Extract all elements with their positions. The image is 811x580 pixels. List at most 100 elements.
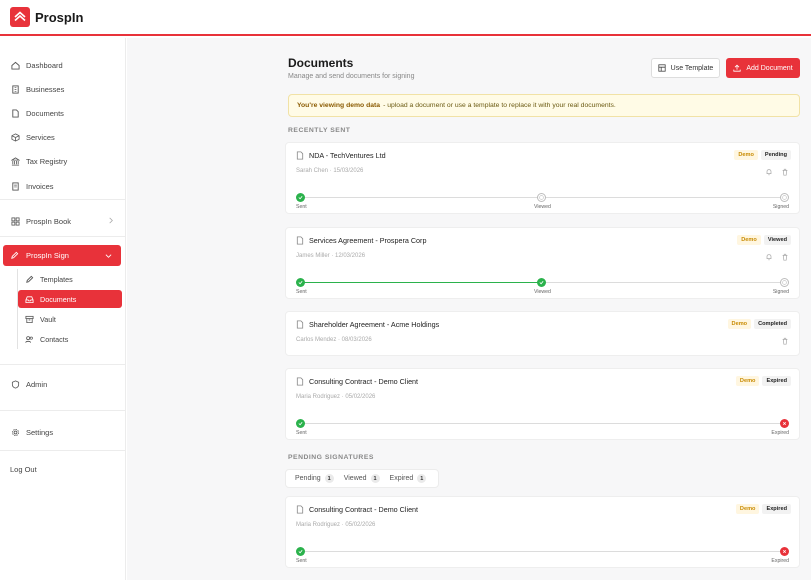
step-label: Sent [296, 204, 307, 210]
box-icon [10, 132, 20, 142]
trash-icon[interactable] [781, 168, 789, 178]
card-title: Consulting Contract - Demo Client [296, 377, 418, 386]
app-name[interactable]: ProspIn [35, 10, 83, 25]
tab-label: Viewed [343, 475, 367, 482]
document-title: Services Agreement - Prospera Corp [309, 236, 427, 245]
step-sent-check-icon [296, 278, 305, 287]
tab-viewed[interactable]: Viewed 1 [339, 474, 385, 483]
divider [0, 450, 126, 451]
sidebar-item-logout[interactable]: Log Out [0, 459, 126, 479]
pen-icon [24, 274, 34, 284]
document-title: Consulting Contract - Demo Client [309, 377, 419, 386]
tab-expired[interactable]: Expired 1 [385, 474, 432, 483]
trash-icon[interactable] [781, 337, 789, 347]
sidebar-item-label: Invoices [26, 181, 54, 191]
sidebar-item-prospin-sign[interactable]: ProspIn Sign [3, 245, 121, 266]
step-label: Sent [296, 558, 307, 564]
sidebar-item-settings[interactable]: Settings [0, 422, 126, 442]
tab-label: Pending [295, 475, 321, 482]
status-badge: Pending [760, 150, 791, 160]
section-title-recent: RECENTLY SENT [288, 127, 351, 134]
file-icon [296, 236, 304, 245]
document-title: NDA - TechVentures Ltd [309, 151, 386, 160]
sub-item-documents[interactable]: Documents [18, 290, 122, 308]
divider [0, 364, 126, 365]
sidebar-item-admin[interactable]: Admin [0, 374, 126, 394]
document-card[interactable]: Shareholder Agreement - Acme Holdings De… [285, 311, 800, 356]
demo-badge: Demo [737, 235, 761, 245]
inbox-icon [24, 294, 34, 304]
sidebar-item-label: Tax Registry [26, 156, 68, 166]
step-label: Viewed [534, 204, 551, 210]
sub-item-label: Vault [40, 314, 56, 324]
signing-progress: Sent Viewed Signed [296, 277, 789, 299]
status-badge: Expired [762, 504, 791, 514]
badges: Demo Viewed [737, 235, 791, 245]
template-icon [658, 64, 666, 72]
demo-banner: You're viewing demo data - upload a docu… [288, 94, 800, 117]
document-card[interactable]: Services Agreement - Prospera Corp Demo … [285, 227, 800, 299]
sidebar-item-services[interactable]: Services [0, 127, 126, 147]
trash-icon[interactable] [781, 253, 789, 263]
grid-icon [10, 216, 20, 226]
document-card[interactable]: Consulting Contract - Demo Client Demo E… [285, 368, 800, 440]
sub-item-label: Templates [40, 274, 73, 284]
step-label: Signed [772, 289, 789, 295]
demo-banner-bold: You're viewing demo data [297, 102, 381, 109]
tab-count: 1 [370, 474, 380, 483]
document-card[interactable]: NDA - TechVentures Ltd Demo Pending Sara… [285, 142, 800, 214]
sub-item-label: Documents [40, 294, 77, 304]
step-viewed-clock-icon [537, 193, 546, 202]
sidebar-item-businesses[interactable]: Businesses [0, 79, 126, 99]
sidebar-item-invoices[interactable]: Invoices [0, 176, 126, 196]
tab-label: Expired [389, 475, 414, 482]
pending-document-card[interactable]: Consulting Contract - Demo Client Demo E… [285, 496, 800, 568]
document-meta: Maria Rodriguez · 05/02/2026 [296, 522, 376, 528]
sub-item-contacts[interactable]: Contacts [18, 330, 122, 348]
sub-item-templates[interactable]: Templates [18, 270, 122, 288]
demo-badge: Demo [735, 376, 760, 386]
sidebar-item-tax-registry[interactable]: Tax Registry [0, 151, 126, 171]
sidebar: Dashboard Businesses Documents Services … [0, 38, 126, 580]
tab-count: 1 [417, 474, 427, 483]
badges: Demo Expired [735, 504, 791, 514]
bell-icon[interactable] [765, 168, 773, 178]
step-expired-x-icon [780, 547, 789, 556]
status-badge: Expired [762, 376, 791, 386]
card-title: Services Agreement - Prospera Corp [296, 236, 426, 245]
sidebar-item-documents[interactable]: Documents [0, 103, 126, 123]
bell-icon[interactable] [765, 253, 773, 263]
sidebar-item-dashboard[interactable]: Dashboard [0, 55, 126, 75]
tab-pending[interactable]: Pending 1 [290, 474, 339, 483]
sidebar-item-label: Admin [26, 379, 48, 389]
divider [0, 236, 126, 237]
sidebar-item-label: Settings [26, 427, 54, 437]
sidebar-item-label: ProspIn Book [26, 216, 72, 226]
building-icon [10, 84, 20, 94]
document-title: Consulting Contract - Demo Client [309, 505, 419, 514]
section-title-pending: PENDING SIGNATURES [288, 454, 374, 461]
sidebar-item-label: Documents [26, 108, 64, 118]
card-title: Consulting Contract - Demo Client [296, 505, 418, 514]
logo-icon[interactable] [10, 7, 30, 27]
card-title: Shareholder Agreement - Acme Holdings [296, 320, 439, 329]
pen-icon [10, 251, 20, 261]
users-icon [24, 334, 34, 344]
divider [0, 199, 126, 200]
sidebar-item-label: Businesses [26, 84, 65, 94]
use-template-button[interactable]: Use Template [651, 58, 720, 78]
sub-item-vault[interactable]: Vault [18, 310, 122, 328]
step-sent-check-icon [296, 193, 305, 202]
step-label: Signed [772, 204, 789, 210]
receipt-icon [10, 181, 20, 191]
sidebar-item-label: Log Out [10, 464, 37, 474]
home-icon [10, 60, 20, 70]
card-actions [765, 168, 789, 178]
signing-progress: Sent Expired [296, 546, 789, 568]
badges: Demo Completed [727, 319, 791, 329]
add-document-button[interactable]: Add Document [726, 58, 800, 78]
signing-progress: Sent Viewed Signed [296, 192, 789, 214]
demo-badge: Demo [734, 150, 758, 160]
status-badge: Completed [754, 319, 791, 329]
sidebar-item-prospin-book[interactable]: ProspIn Book [0, 211, 126, 231]
